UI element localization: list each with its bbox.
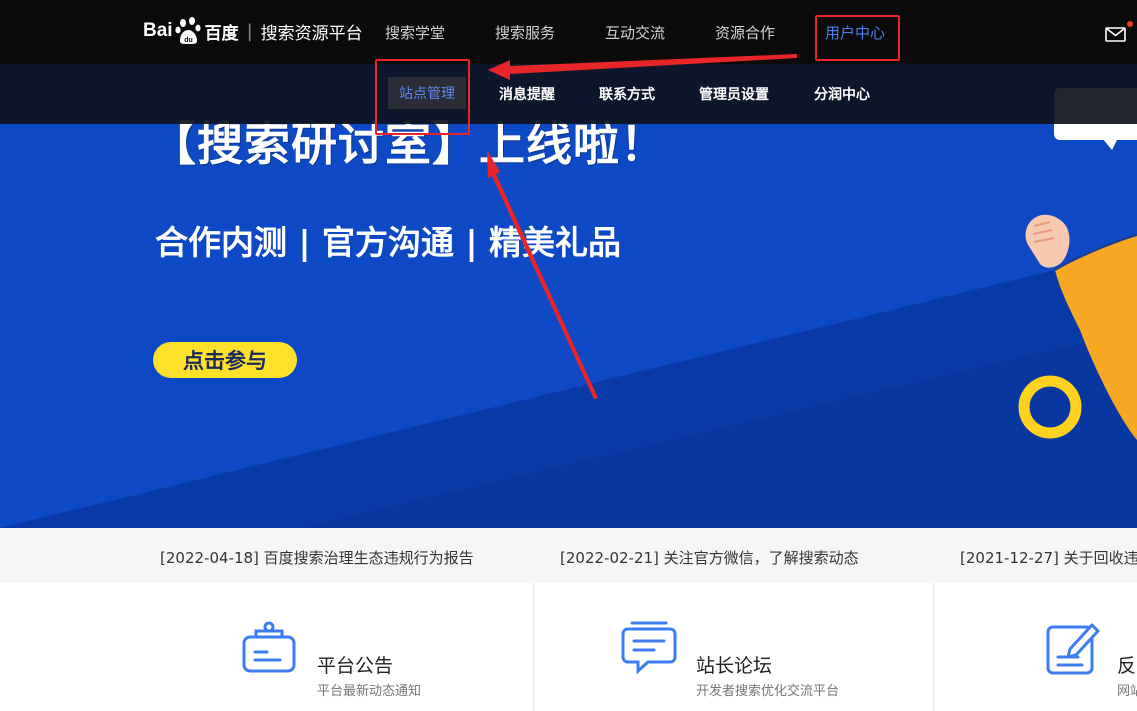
news-item[interactable]: [2021-12-27] 关于回收违 — [960, 547, 1137, 568]
card-description: 开发者搜索优化交流平台 — [696, 684, 840, 699]
site-logo[interactable]: Bai du 百度 | 搜索资源平台 — [143, 17, 363, 45]
card-announcements[interactable]: 平台公告 平台最新动态通知 — [0, 583, 533, 711]
card-feedback[interactable]: 反 网站 — [934, 583, 1137, 711]
logo-separator: | — [246, 20, 253, 42]
announcement-board-icon — [242, 621, 296, 673]
submenu-admin-settings[interactable]: 管理员设置 — [699, 84, 769, 104]
edit-feedback-icon — [1046, 623, 1100, 675]
news-item[interactable]: [2022-02-21] 关注官方微信，了解搜索动态 — [560, 547, 859, 568]
card-title: 站长论坛 — [696, 655, 773, 677]
highlight-site-management — [375, 59, 470, 135]
notification-dot — [1127, 21, 1133, 27]
chat-bubble-icon — [621, 621, 677, 675]
card-webmaster-forum[interactable]: 站长论坛 开发者搜索优化交流平台 — [534, 583, 933, 711]
platform-name: 搜索资源平台 — [260, 23, 363, 44]
news-ticker: [2022-04-18] 百度搜索治理生态违规行为报告 [2022-02-21]… — [0, 528, 1137, 583]
top-navigation-bar: Bai du 百度 | 搜索资源平台 搜索学堂 搜索服务 互动交流 资源合作 用… — [0, 0, 1137, 64]
news-item[interactable]: [2022-04-18] 百度搜索治理生态违规行为报告 — [160, 547, 474, 568]
cheering-arm-illustration — [1018, 214, 1137, 440]
hero-subtitle: 合作内测 | 官方沟通 | 精美礼品 — [155, 223, 622, 262]
svg-text:du: du — [184, 37, 193, 44]
nav-search-services[interactable]: 搜索服务 — [495, 22, 555, 43]
nav-interaction[interactable]: 互动交流 — [605, 22, 665, 43]
card-title: 反 — [1117, 655, 1137, 677]
submenu-contact-info[interactable]: 联系方式 — [599, 84, 655, 104]
nav-resource-cooperation[interactable]: 资源合作 — [715, 22, 775, 43]
feature-cards: 平台公告 平台最新动态通知 站长论坛 开发者搜索优化交流平台 反 网站 — [0, 583, 1137, 711]
card-description: 平台最新动态通知 — [317, 684, 422, 699]
user-center-submenu: 站点管理 消息提醒 联系方式 管理员设置 分润中心 — [0, 64, 1137, 124]
card-description: 网站 — [1117, 684, 1137, 699]
participate-button[interactable]: 点击参与 — [153, 342, 297, 378]
card-title: 平台公告 — [317, 655, 394, 677]
submenu-message-reminders[interactable]: 消息提醒 — [499, 84, 555, 104]
logo-bai-text: Bai — [143, 20, 173, 41]
logo-baidu-text: 百度 — [204, 23, 239, 44]
submenu-revenue-center[interactable]: 分润中心 — [814, 84, 870, 104]
nav-search-academy[interactable]: 搜索学堂 — [385, 22, 445, 43]
mail-icon[interactable] — [1105, 27, 1126, 42]
highlight-user-center — [815, 15, 900, 61]
paw-icon: du — [174, 17, 201, 44]
